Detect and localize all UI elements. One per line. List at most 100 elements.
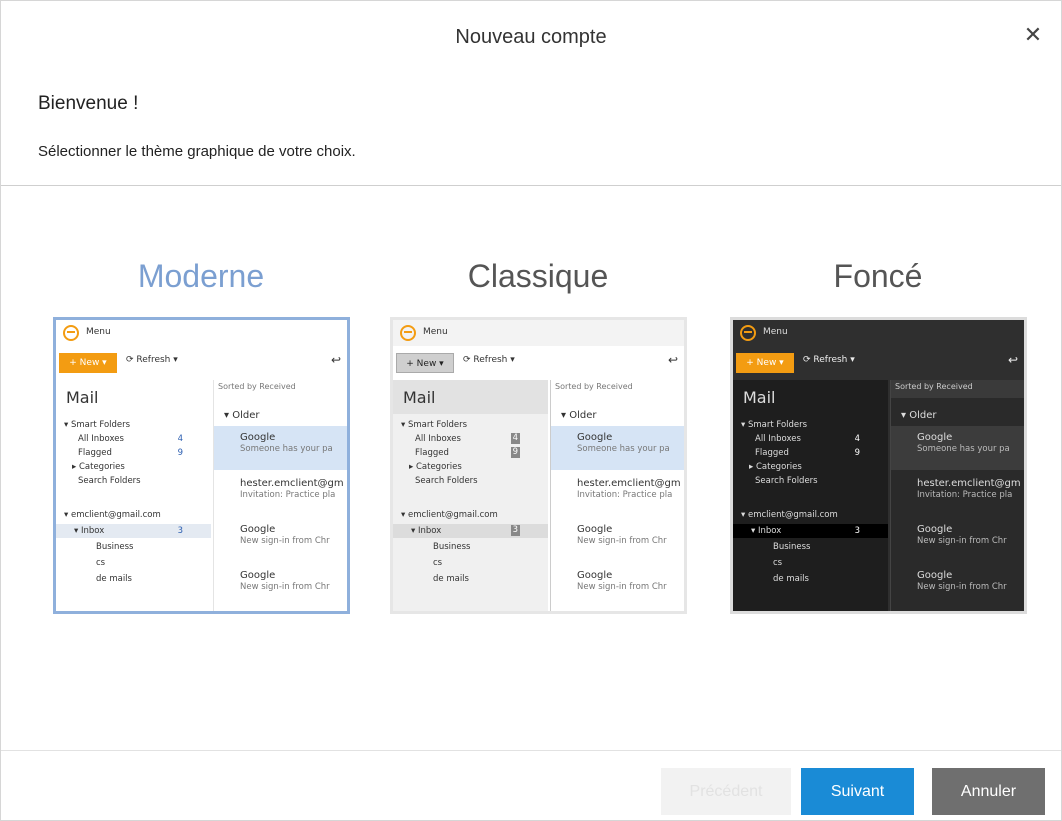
emclient-logo-icon — [740, 325, 756, 341]
theme-label-moderne: Moderne — [137, 258, 265, 294]
folder-count: 9 — [854, 448, 860, 458]
message-preview: Invitation: Practice pla — [240, 490, 336, 500]
preview-mail-heading: Mail — [403, 388, 436, 407]
reply-icon: ↩ — [667, 353, 678, 367]
reply-icon: ↩ — [330, 353, 341, 367]
preview-menu-label: Menu — [86, 327, 111, 337]
instruction-text: Sélectionner le thème graphique de votre… — [38, 143, 356, 160]
folder-label: Flagged — [755, 448, 789, 458]
welcome-heading: Bienvenue ! — [38, 93, 139, 114]
folder-business: Business — [433, 542, 471, 552]
folder-de-mails: de mails — [96, 574, 132, 584]
message-preview: Invitation: Practice pla — [917, 490, 1013, 500]
preview-sort-label: Sorted by Received — [895, 382, 973, 391]
folder-flagged: Flagged 9 — [733, 446, 888, 460]
preview-menu-label: Menu — [763, 327, 788, 337]
message-sender: Google — [240, 432, 276, 443]
theme-preview-fonce[interactable]: Menu + New ▾ ⟳ Refresh ▾ ↩ Mail ▾ Smart … — [730, 317, 1027, 614]
folder-account: ▾ emclient@gmail.com — [64, 510, 161, 520]
message-item: Google New sign-in from Chr — [891, 518, 1024, 562]
message-item: Google New sign-in from Chr — [214, 518, 347, 562]
folder-cs: cs — [433, 558, 443, 568]
preview-new-button: + New ▾ — [736, 353, 794, 373]
folder-label: All Inboxes — [78, 434, 124, 444]
preview-menubar: Menu — [733, 320, 1024, 346]
preview-message-list: Sorted by Received ▾ Older Google Someone… — [890, 380, 1024, 611]
message-sender: hester.emclient@gm — [240, 478, 344, 489]
footer-divider — [1, 750, 1061, 751]
reply-icon: ↩ — [1007, 353, 1018, 367]
folder-categories: ▸ Categories — [72, 462, 125, 472]
message-item: Google Someone has your pa — [891, 426, 1024, 470]
preview-mail-heading: Mail — [66, 388, 99, 407]
folder-smart-folders: ▾ Smart Folders — [741, 420, 808, 430]
folder-count: 4 — [177, 434, 183, 444]
folder-cs: cs — [773, 558, 783, 568]
message-item: Google New sign-in from Chr — [551, 518, 684, 562]
folder-count: 4 — [510, 433, 520, 444]
preview-mail-heading: Mail — [743, 388, 776, 407]
message-preview: New sign-in from Chr — [917, 582, 1007, 592]
folder-count: 9 — [177, 448, 183, 458]
theme-option-classique[interactable]: Classique Menu + New ▾ ⟳ Refresh ▾ ↩ Mai… — [388, 251, 688, 614]
message-item: hester.emclient@gm Invitation: Practice p… — [551, 472, 684, 516]
next-button[interactable]: Suivant — [801, 768, 914, 815]
folder-account: ▾ emclient@gmail.com — [401, 510, 498, 520]
cancel-button[interactable]: Annuler — [932, 768, 1045, 815]
folder-inbox: ▾ Inbox 3 — [393, 524, 548, 538]
message-item: hester.emclient@gm Invitation: Practice p… — [214, 472, 347, 516]
dialog-title: Nouveau compte — [455, 26, 607, 48]
message-sender: hester.emclient@gm — [577, 478, 681, 489]
dialog-titlebar: Nouveau compte ✕ — [1, 1, 1061, 75]
preview-new-button: + New ▾ — [396, 353, 454, 373]
preview-toolbar: + New ▾ ⟳ Refresh ▾ ↩ — [733, 350, 1024, 376]
preview-group-older: ▾ Older — [901, 410, 937, 421]
preview-refresh-button: ⟳ Refresh ▾ — [803, 355, 855, 365]
message-preview: New sign-in from Chr — [240, 536, 330, 546]
message-preview: Invitation: Practice pla — [577, 490, 673, 500]
folder-all-inboxes: All Inboxes 4 — [733, 432, 888, 446]
preview-folder-pane: Mail ▾ Smart Folders All Inboxes 4 Flagge… — [393, 380, 548, 611]
folder-label: All Inboxes — [415, 434, 461, 444]
message-preview: New sign-in from Chr — [577, 536, 667, 546]
message-sender: hester.emclient@gm — [917, 478, 1021, 489]
previous-button[interactable]: Précédent — [661, 768, 791, 815]
folder-de-mails: de mails — [773, 574, 809, 584]
theme-option-fonce[interactable]: Foncé Menu + New ▾ ⟳ Refresh ▾ ↩ Mail ▾ … — [728, 251, 1028, 614]
theme-preview-classique[interactable]: Menu + New ▾ ⟳ Refresh ▾ ↩ Mail ▾ Smart … — [390, 317, 687, 614]
message-sender: Google — [917, 524, 953, 535]
theme-preview-moderne[interactable]: Menu + New ▾ ⟳ Refresh ▾ ↩ Mail ▾ Smart … — [53, 317, 350, 614]
preview-menubar: Menu — [56, 320, 347, 346]
preview-toolbar: + New ▾ ⟳ Refresh ▾ ↩ — [393, 350, 684, 376]
preview-toolbar: + New ▾ ⟳ Refresh ▾ ↩ — [56, 350, 347, 376]
folder-de-mails: de mails — [433, 574, 469, 584]
folder-all-inboxes: All Inboxes 4 — [56, 432, 211, 446]
message-item: Google Someone has your pa — [214, 426, 347, 470]
folder-count: 3 — [177, 526, 183, 536]
folder-cs: cs — [96, 558, 106, 568]
message-sender: Google — [240, 570, 276, 581]
preview-group-older: ▾ Older — [224, 410, 260, 421]
theme-option-moderne[interactable]: Moderne Menu + New ▾ ⟳ Refresh ▾ ↩ Mail … — [51, 251, 351, 614]
folder-search-folders: Search Folders — [415, 476, 478, 486]
folder-label: ▾ Inbox — [751, 526, 782, 536]
folder-label: Flagged — [78, 448, 112, 458]
theme-label-classique: Classique — [467, 258, 609, 294]
message-preview: Someone has your pa — [917, 444, 1010, 454]
preview-refresh-button: ⟳ Refresh ▾ — [463, 355, 515, 365]
message-sender: Google — [240, 524, 276, 535]
message-sender: Google — [577, 570, 613, 581]
preview-sort-label: Sorted by Received — [218, 382, 296, 391]
preview-new-button: + New ▾ — [59, 353, 117, 373]
emclient-logo-icon — [400, 325, 416, 341]
message-preview: Someone has your pa — [240, 444, 333, 454]
message-preview: New sign-in from Chr — [577, 582, 667, 592]
close-icon[interactable]: ✕ — [1019, 21, 1047, 49]
preview-folder-pane: Mail ▾ Smart Folders All Inboxes 4 Flagge… — [56, 380, 211, 611]
message-item: Google New sign-in from Chr — [214, 564, 347, 608]
folder-label: All Inboxes — [755, 434, 801, 444]
folder-business: Business — [96, 542, 134, 552]
message-item: Google Someone has your pa — [551, 426, 684, 470]
folder-count: 3 — [510, 525, 520, 536]
message-item: Google New sign-in from Chr — [891, 564, 1024, 608]
